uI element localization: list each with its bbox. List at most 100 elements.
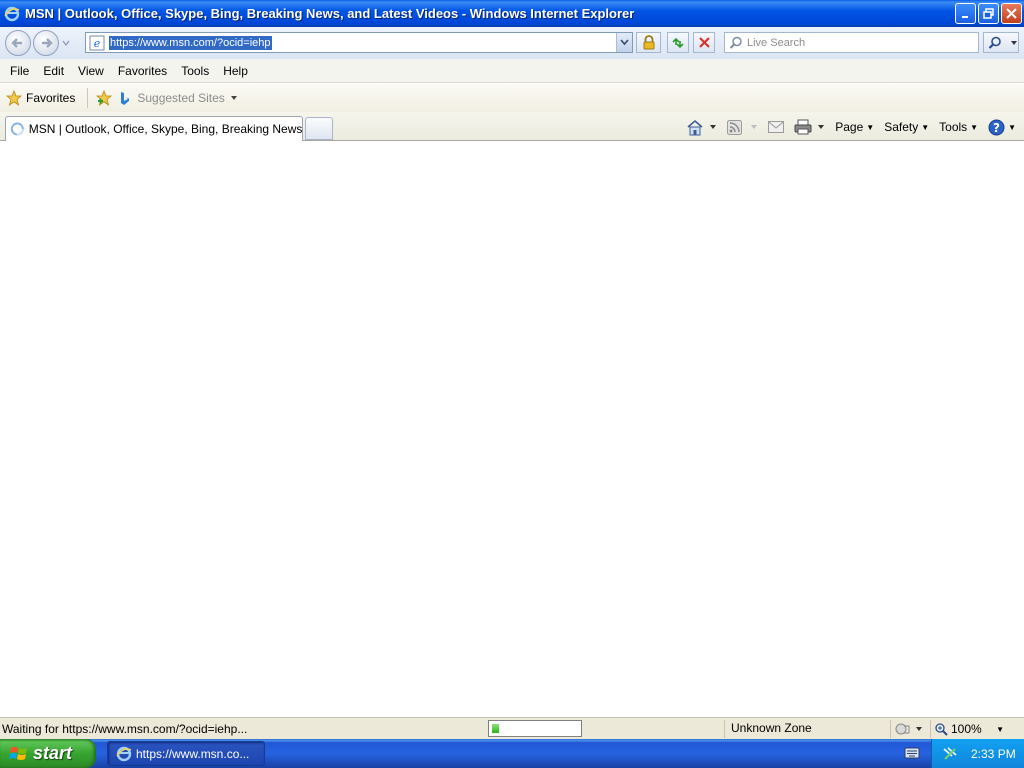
chevron-down-icon bbox=[230, 96, 237, 100]
ie-logo-icon bbox=[4, 6, 20, 21]
help-question-icon: ? bbox=[988, 119, 1005, 135]
protected-mode-icon bbox=[895, 723, 910, 735]
chevron-down-icon: ▼ bbox=[1008, 122, 1016, 132]
forward-button[interactable] bbox=[33, 30, 59, 56]
recent-pages-dropdown-icon[interactable] bbox=[61, 38, 71, 48]
status-text: Waiting for https://www.msn.com/?ocid=ie… bbox=[2, 722, 248, 736]
chevron-down-icon: ▼ bbox=[970, 122, 979, 132]
search-options-dropdown-icon[interactable] bbox=[1010, 39, 1018, 47]
zoom-control[interactable]: 100% ▼ bbox=[930, 720, 1020, 738]
home-button[interactable] bbox=[686, 119, 717, 136]
safety-menu-label: Safety bbox=[884, 120, 919, 134]
address-dropdown-button[interactable] bbox=[616, 33, 632, 52]
url-text[interactable]: https://www.msn.com/?ocid=iehp bbox=[109, 35, 272, 50]
chevron-down-icon: ▼ bbox=[866, 122, 875, 132]
suggested-sites-button[interactable]: Suggested Sites bbox=[119, 91, 237, 106]
loading-spinner-icon bbox=[10, 122, 24, 136]
taskbar-item-ie[interactable]: https://www.msn.co... bbox=[107, 741, 265, 766]
help-menu-button[interactable]: ? ▼ bbox=[988, 119, 1016, 136]
network-tray-icon[interactable] bbox=[942, 746, 958, 762]
taskbar: start https://www.msn.co... 2:33 PM bbox=[0, 739, 1024, 768]
tab-msn[interactable]: MSN | Outlook, Office, Skype, Bing, Brea… bbox=[5, 116, 303, 141]
ie-logo-icon bbox=[116, 746, 132, 761]
start-button[interactable]: start bbox=[0, 739, 96, 768]
refresh-icon bbox=[672, 37, 684, 48]
stop-button[interactable] bbox=[693, 32, 715, 53]
home-icon bbox=[687, 119, 703, 135]
search-placeholder: Live Search bbox=[747, 36, 806, 49]
address-bar[interactable]: e https://www.msn.com/?ocid=iehp bbox=[85, 32, 633, 53]
new-tab-button[interactable] bbox=[305, 117, 333, 140]
chevron-down-icon: ▼ bbox=[996, 724, 1004, 734]
status-bar: Waiting for https://www.msn.com/?ocid=ie… bbox=[0, 717, 1024, 739]
menu-favorites[interactable]: Favorites bbox=[118, 64, 167, 78]
search-icon bbox=[729, 36, 742, 49]
keyboard-language-icon[interactable] bbox=[904, 746, 920, 760]
favorites-separator bbox=[87, 88, 89, 108]
close-button[interactable] bbox=[1001, 3, 1022, 24]
taskbar-item-label: https://www.msn.co... bbox=[136, 746, 250, 761]
menu-tools[interactable]: Tools bbox=[181, 64, 209, 78]
protected-mode-button[interactable] bbox=[890, 720, 926, 738]
security-lock-button[interactable] bbox=[636, 32, 661, 53]
command-bar: Page ▼ Safety ▼ Tools ▼ ? ▼ bbox=[676, 116, 1016, 138]
print-button[interactable] bbox=[794, 119, 825, 135]
favorites-label: Favorites bbox=[26, 91, 76, 105]
start-label: start bbox=[33, 743, 73, 763]
menu-edit[interactable]: Edit bbox=[43, 64, 64, 78]
search-field[interactable]: Live Search bbox=[724, 32, 979, 53]
safety-menu-button[interactable]: Safety ▼ bbox=[884, 120, 929, 134]
bing-icon bbox=[121, 91, 130, 105]
minimize-button[interactable] bbox=[955, 3, 976, 24]
tools-menu-button[interactable]: Tools ▼ bbox=[939, 120, 978, 134]
ie-page-icon: e bbox=[89, 35, 105, 50]
feeds-button[interactable] bbox=[727, 119, 758, 135]
search-go-button[interactable] bbox=[983, 32, 1019, 53]
page-load-progress-bar bbox=[488, 720, 582, 737]
menu-file[interactable]: File bbox=[10, 64, 29, 78]
chevron-down-icon[interactable] bbox=[817, 123, 825, 131]
page-menu-label: Page bbox=[835, 120, 864, 134]
menu-view[interactable]: View bbox=[78, 64, 104, 78]
forward-arrow-icon bbox=[42, 38, 53, 48]
menu-help[interactable]: Help bbox=[223, 64, 248, 78]
tools-menu-label: Tools bbox=[939, 120, 968, 134]
back-arrow-icon bbox=[11, 38, 22, 48]
zone-label: Unknown Zone bbox=[731, 721, 812, 735]
printer-icon bbox=[794, 119, 812, 135]
minimize-icon bbox=[961, 15, 968, 18]
clock[interactable]: 2:33 PM bbox=[971, 747, 1016, 761]
restore-button[interactable] bbox=[978, 3, 999, 24]
chevron-down-icon bbox=[916, 727, 922, 731]
svg-text:e: e bbox=[94, 37, 101, 50]
favorites-button[interactable]: Favorites bbox=[6, 90, 75, 106]
chevron-down-icon[interactable] bbox=[750, 123, 758, 131]
page-content-area[interactable] bbox=[0, 141, 1024, 717]
rss-feed-icon bbox=[727, 119, 743, 135]
lock-icon bbox=[643, 35, 654, 50]
suggested-sites-label: Suggested Sites bbox=[137, 91, 225, 105]
back-button[interactable] bbox=[5, 30, 31, 56]
progress-fill bbox=[492, 724, 499, 733]
navigation-bar: e https://www.msn.com/?ocid=iehp Live Se… bbox=[0, 27, 1024, 59]
chevron-down-icon bbox=[620, 39, 629, 46]
refresh-button[interactable] bbox=[667, 32, 689, 53]
security-zone[interactable]: Unknown Zone bbox=[724, 720, 884, 738]
add-to-favorites-bar-icon[interactable] bbox=[96, 90, 113, 106]
page-menu-button[interactable]: Page ▼ bbox=[835, 120, 874, 134]
favorites-bar: Favorites Suggested Sites bbox=[0, 84, 1024, 112]
tab-label: MSN | Outlook, Office, Skype, Bing, Brea… bbox=[28, 122, 302, 136]
magnifier-icon bbox=[988, 36, 1001, 49]
restore-icon bbox=[983, 8, 994, 19]
window-titlebar[interactable]: MSN | Outlook, Office, Skype, Bing, Brea… bbox=[0, 0, 1024, 27]
favorites-star-icon bbox=[6, 90, 22, 106]
windows-flag-icon bbox=[9, 746, 27, 760]
chevron-down-icon[interactable] bbox=[709, 123, 717, 131]
read-mail-button[interactable] bbox=[768, 121, 785, 133]
zoom-level: 100% bbox=[951, 722, 982, 736]
system-tray: 2:33 PM bbox=[931, 739, 1024, 768]
window-title: MSN | Outlook, Office, Skype, Bing, Brea… bbox=[25, 6, 635, 21]
window-controls bbox=[955, 3, 1022, 24]
stop-x-icon bbox=[698, 37, 710, 48]
svg-text:?: ? bbox=[993, 121, 1000, 135]
